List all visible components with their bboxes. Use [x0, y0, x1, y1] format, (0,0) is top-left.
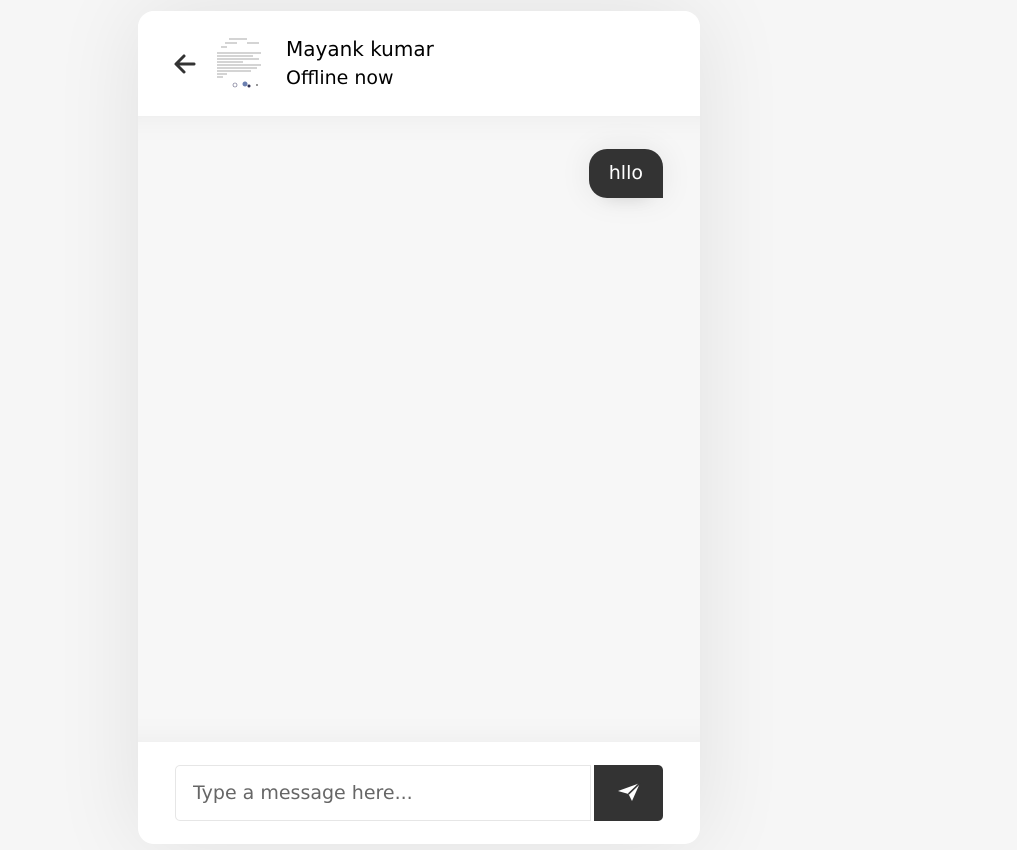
outgoing-message: hllo: [588, 149, 663, 198]
contact-details: Mayank kumar Offline now: [286, 35, 434, 93]
avatar: [213, 34, 265, 93]
typing-area: [138, 742, 700, 844]
contact-status: Offline now: [286, 66, 394, 89]
arrow-left-icon[interactable]: [171, 50, 199, 78]
contact-name: Mayank kumar: [286, 36, 434, 61]
message-input[interactable]: [175, 765, 591, 821]
chat-box: hllo: [138, 117, 700, 742]
chat-header: Mayank kumar Offline now: [138, 11, 700, 117]
paper-plane-icon: [617, 781, 641, 805]
chat-window: Mayank kumar Offline now hllo: [138, 11, 700, 844]
send-button[interactable]: [594, 765, 663, 821]
